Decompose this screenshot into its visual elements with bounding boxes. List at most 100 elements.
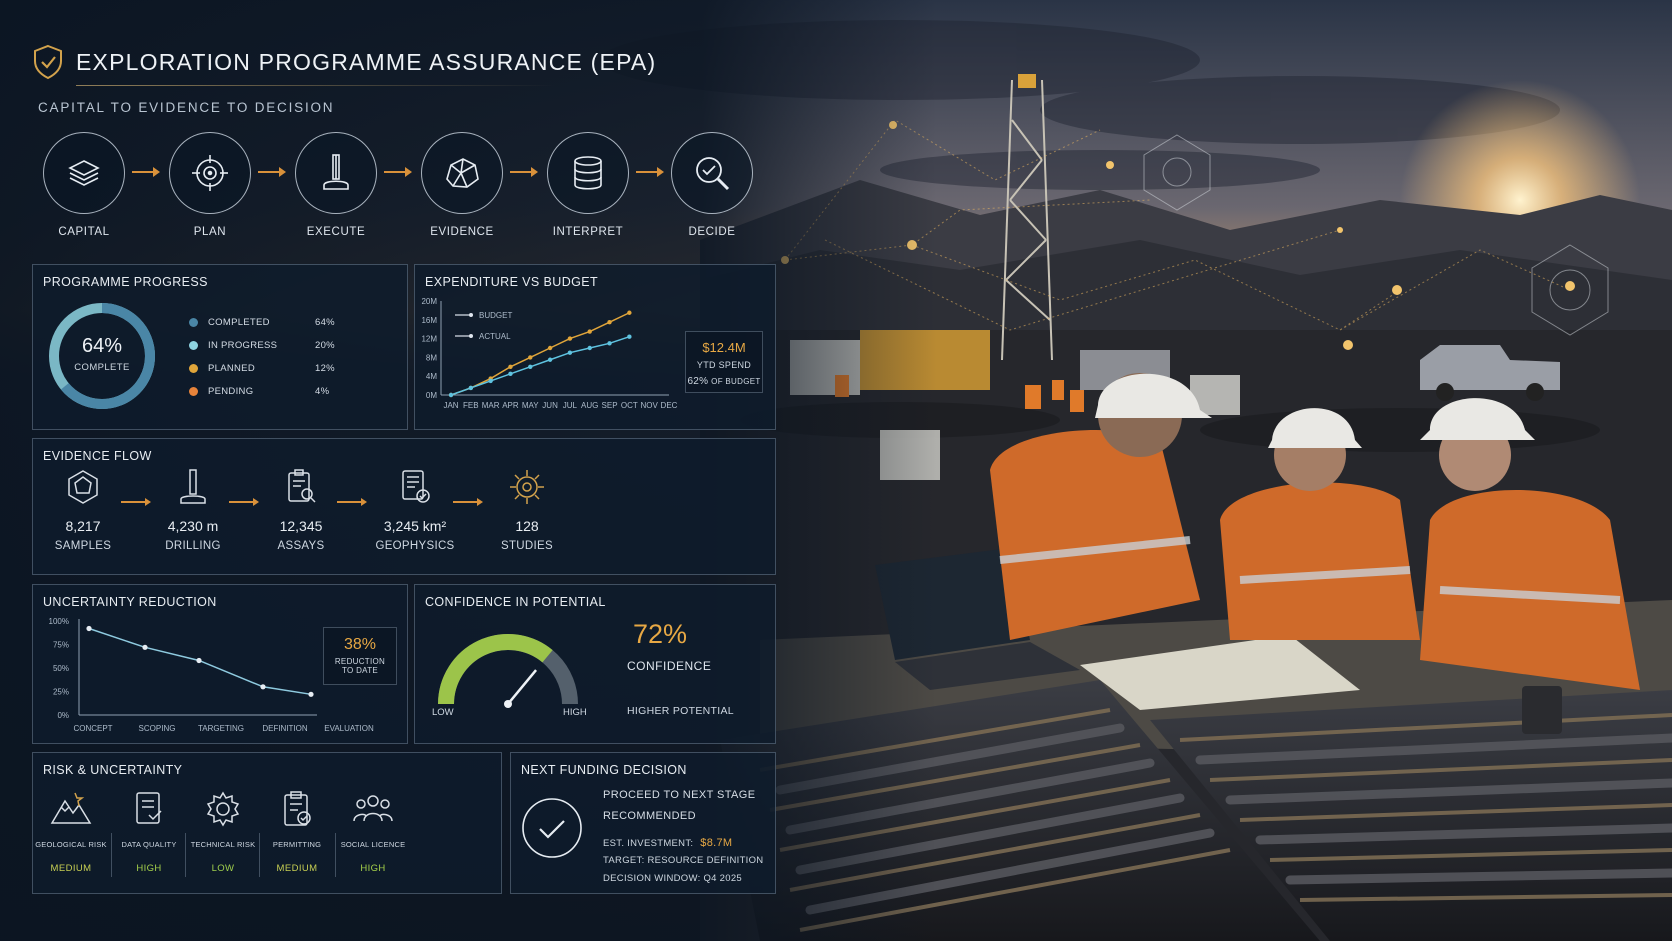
evidence-value: 12,345: [279, 518, 323, 534]
checklist-icon: [136, 792, 162, 824]
risk-label: PERMITTING: [272, 840, 322, 849]
risk-item-geological[interactable]: GEOLOGICAL RISK MEDIUM: [35, 789, 107, 874]
evidence-flow-panel: EVIDENCE FLOW 8,217 SAMPLES 4,230 m DRIL…: [32, 438, 776, 575]
database-icon: [574, 156, 602, 190]
evidence-item-samples[interactable]: 8,217 SAMPLES: [33, 467, 133, 552]
risk-value: LOW: [211, 863, 235, 874]
gauge-low-label: LOW: [432, 707, 454, 718]
gauge-hub: [504, 700, 512, 708]
header: EXPLORATION PROGRAMME ASSURANCE (EPA) CA…: [32, 44, 692, 115]
step-label: INTERPRET: [552, 226, 624, 238]
decision-window: DECISION WINDOW: Q4 2025: [603, 873, 742, 884]
step-arrow: [636, 167, 664, 177]
confidence-gauge: [438, 634, 578, 708]
data-point-actual: [448, 392, 454, 398]
data-point-actual: [567, 350, 573, 355]
step-label: EXECUTE: [306, 226, 366, 238]
legend-value: 4%: [315, 386, 330, 397]
progress-sublabel: COMPLETE: [74, 362, 130, 373]
step-evidence[interactable]: EVIDENCE: [420, 132, 504, 238]
evidence-label: ASSAYS: [277, 540, 325, 552]
panel-title: NEXT FUNDING DECISION: [521, 763, 687, 777]
data-point-actual: [627, 334, 632, 339]
progress-percent: 64%: [81, 335, 123, 357]
step-capital[interactable]: CAPITAL: [42, 132, 126, 238]
evidence-value: 4,230 m: [167, 518, 219, 534]
y-tick-label: 8M: [426, 353, 437, 362]
step-interpret[interactable]: INTERPRET: [546, 132, 630, 238]
risk-value: MEDIUM: [276, 863, 318, 874]
search-check-icon: [696, 157, 730, 191]
x-tick-label: OCT: [621, 401, 638, 410]
step-label: DECIDE: [688, 226, 736, 238]
next-funding-panel: NEXT FUNDING DECISION PROCEED TO NEXT ST…: [510, 752, 776, 894]
x-tick-label: MAR: [482, 401, 500, 410]
y-tick-label: 100%: [49, 617, 69, 626]
step-arrow: [510, 167, 538, 177]
evidence-item-geophysics[interactable]: 3,245 km² GEOPHYSICS: [365, 467, 465, 552]
legend-label: COMPLETED: [208, 317, 270, 328]
legend-label: PENDING: [208, 386, 254, 397]
reduction-callout: 38% REDUCTION TO DATE: [323, 627, 397, 685]
legend-label: BUDGET: [479, 311, 512, 320]
series-line-actual: [450, 336, 630, 396]
panel-title: PROGRAMME PROGRESS: [43, 275, 208, 289]
panel-title: RISK & UNCERTAINTY: [43, 763, 183, 777]
page-subtitle: CAPITAL TO EVIDENCE TO DECISION: [38, 100, 335, 115]
y-tick-label: 20M: [421, 297, 437, 306]
legend-value: 64%: [315, 317, 335, 328]
title-divider: [76, 85, 556, 86]
risk-item-data-quality[interactable]: DATA QUALITY HIGH: [113, 789, 185, 874]
reduction-label-2: TO DATE: [341, 666, 379, 675]
risk-item-permitting[interactable]: PERMITTING MEDIUM: [261, 789, 333, 874]
layers-icon: [68, 160, 100, 186]
risk-item-technical[interactable]: TECHNICAL RISK LOW: [187, 789, 259, 874]
decision-line-1: PROCEED TO NEXT STAGE: [603, 789, 756, 801]
permit-clipboard-icon: [284, 791, 311, 826]
expenditure-panel: EXPENDITURE VS BUDGET 0M 4M 8M 12M 16M 20M JAN…: [414, 264, 776, 430]
data-point-budget: [587, 329, 592, 334]
evidence-item-drilling[interactable]: 4,230 m DRILLING: [143, 467, 243, 552]
investment-label: EST. INVESTMENT:: [603, 838, 694, 849]
x-tick-label: JAN: [443, 401, 458, 410]
legend-label: IN PROGRESS: [208, 340, 278, 351]
data-point: [86, 625, 92, 632]
step-decide[interactable]: DECIDE: [670, 132, 754, 238]
step-plan[interactable]: PLAN: [168, 132, 252, 238]
confidence-label: CONFIDENCE: [627, 659, 712, 673]
y-tick-label: 12M: [421, 335, 437, 344]
rock-icon: [446, 158, 479, 188]
risk-value: MEDIUM: [50, 863, 92, 874]
assay-clipboard-icon: [288, 469, 316, 503]
step-execute[interactable]: EXECUTE: [294, 132, 378, 238]
evidence-label: SAMPLES: [54, 540, 112, 552]
data-point-actual: [508, 371, 513, 377]
legend-label: PLANNED: [208, 363, 255, 374]
legend-marker: [469, 313, 473, 317]
evidence-label: DRILLING: [165, 540, 221, 552]
drill-icon: [323, 154, 349, 190]
step-arrow: [384, 167, 412, 177]
evidence-item-assays[interactable]: 12,345 ASSAYS: [251, 467, 351, 552]
flow-arrow: [337, 498, 367, 505]
y-tick-label: 4M: [426, 372, 437, 381]
panel-title: EVIDENCE FLOW: [43, 449, 152, 463]
data-point: [260, 684, 266, 690]
risk-divider: [335, 833, 336, 877]
data-point-budget: [528, 355, 533, 360]
data-point-budget: [508, 364, 513, 369]
y-tick-label: 16M: [421, 316, 437, 325]
data-point: [142, 644, 148, 650]
x-tick-label: MAY: [522, 401, 539, 410]
confidence-note: HIGHER POTENTIAL: [627, 705, 734, 717]
evidence-item-studies[interactable]: 128 STUDIES: [477, 467, 577, 552]
data-point-actual: [468, 385, 474, 391]
series-line-budget: [450, 312, 630, 396]
legend-value: 12%: [315, 363, 335, 374]
risk-item-social-licence[interactable]: SOCIAL LICENCE HIGH: [337, 789, 409, 874]
risk-label: GEOLOGICAL RISK: [35, 840, 107, 849]
gauge-high-label: HIGH: [563, 707, 587, 718]
legend-swatch: [189, 318, 198, 327]
data-point-budget: [567, 336, 573, 341]
ytd-label: YTD SPEND: [696, 360, 752, 370]
